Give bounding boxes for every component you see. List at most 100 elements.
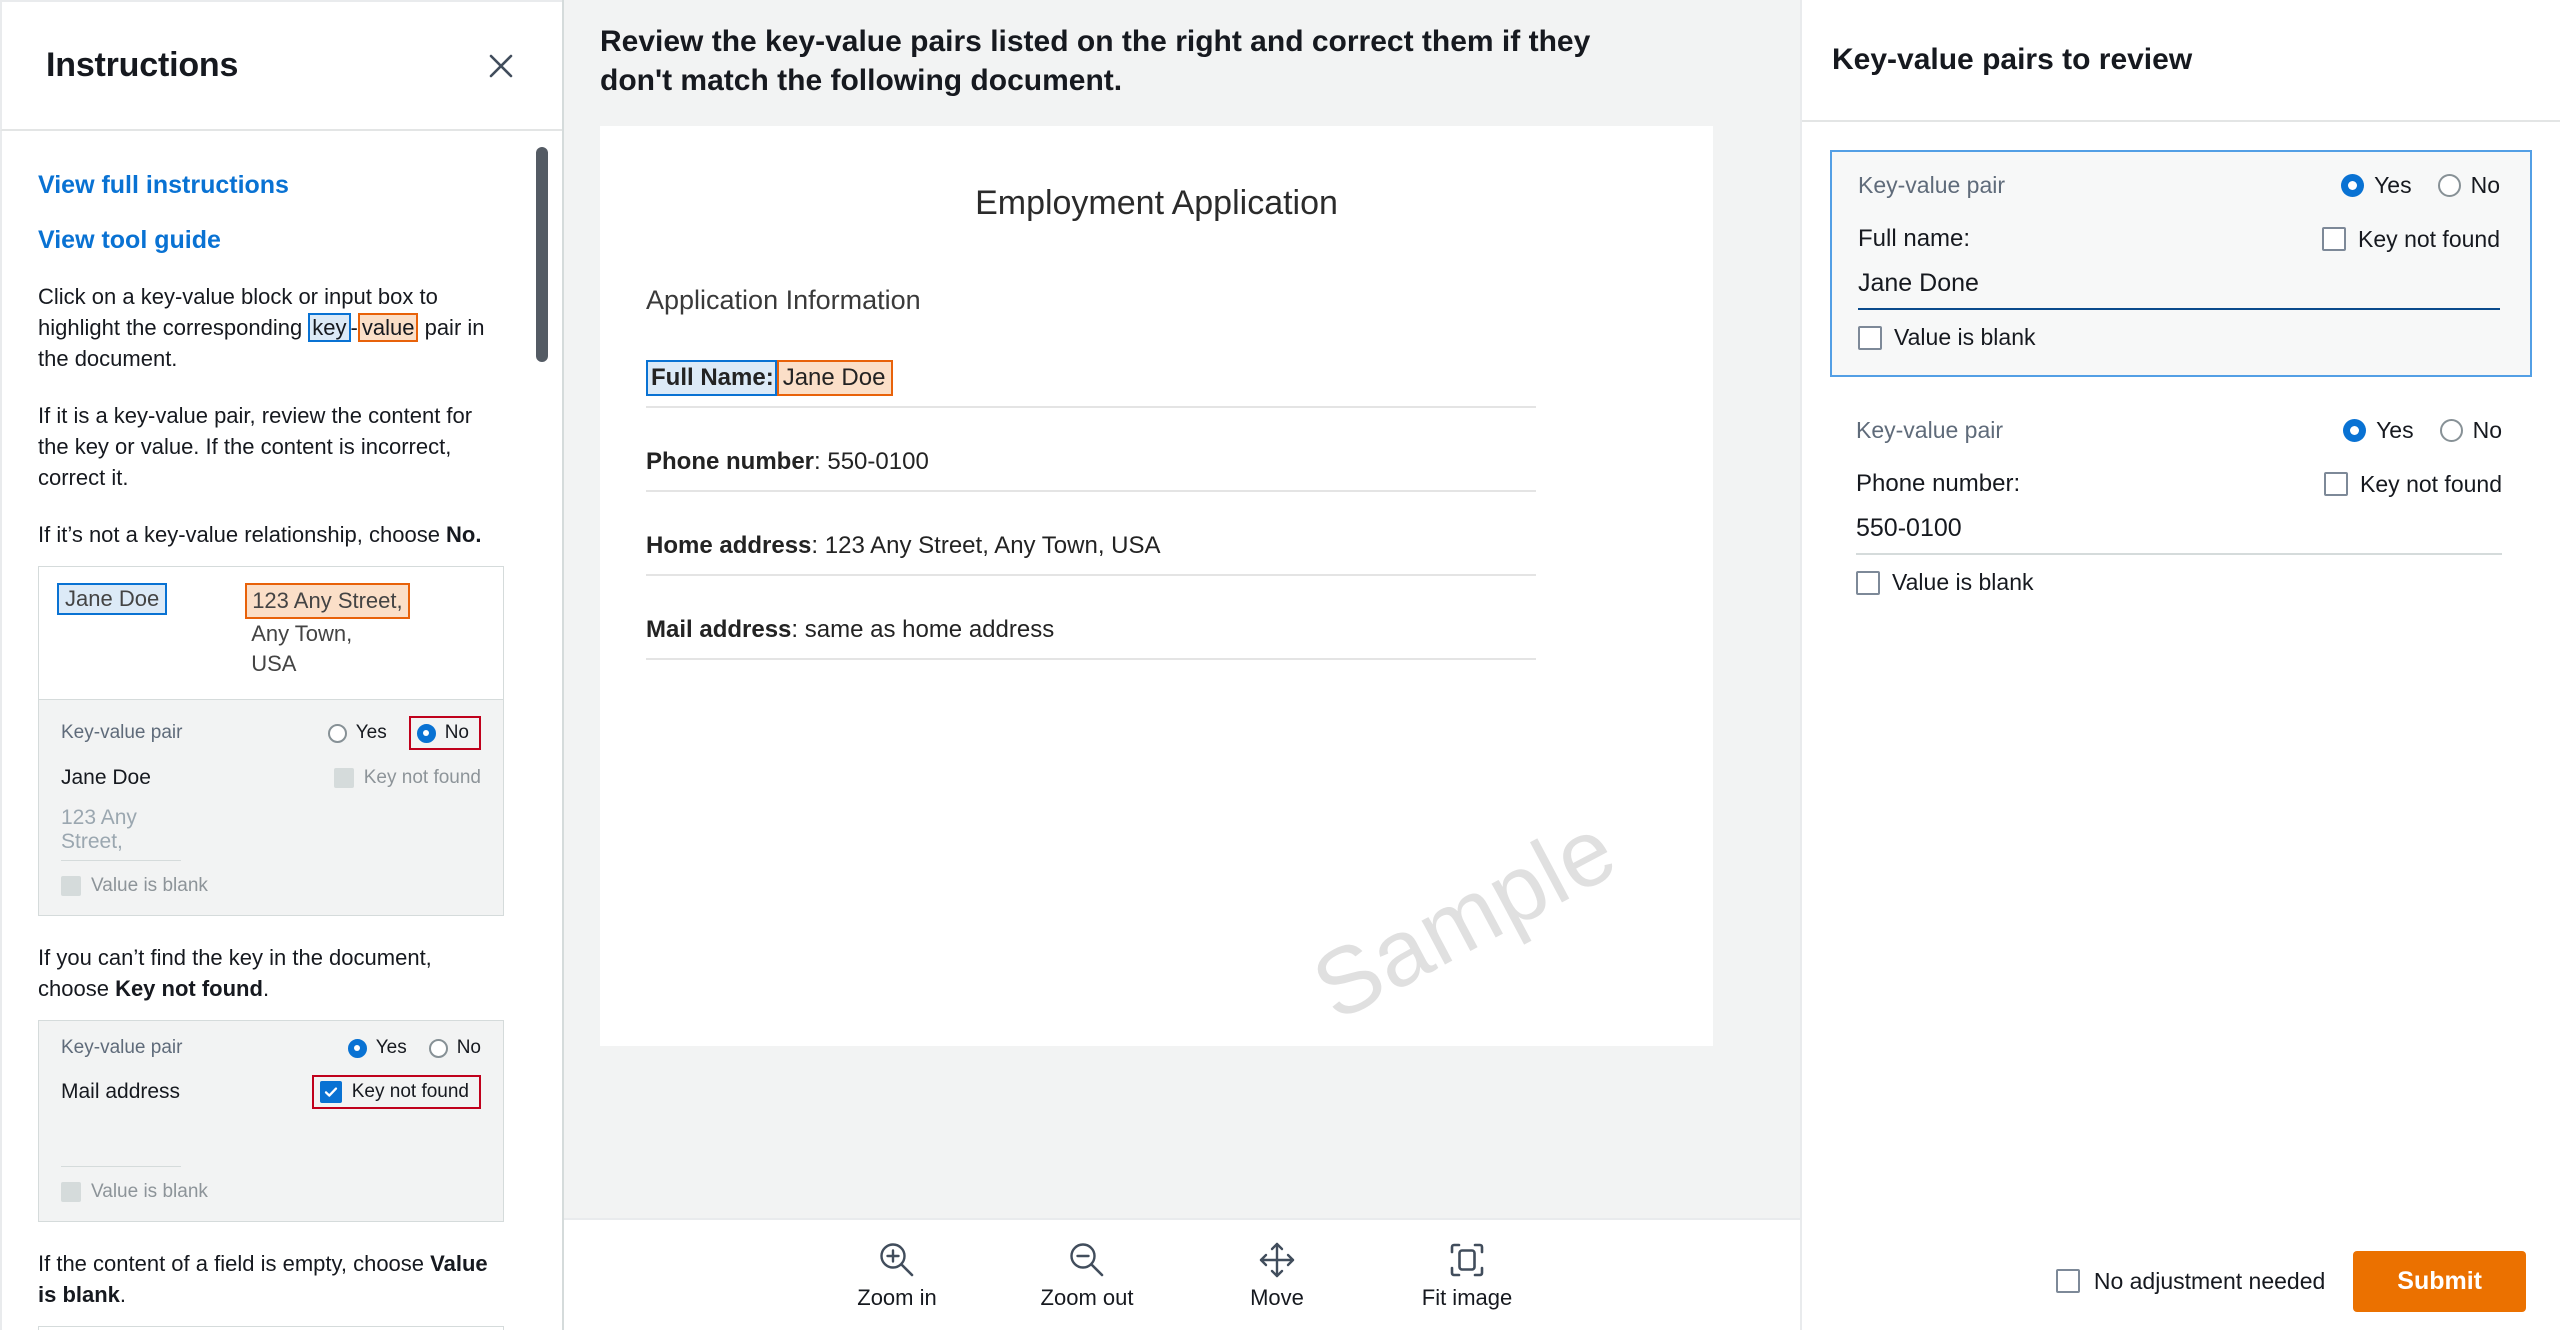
kv-key-row: Full name: Key not found bbox=[1858, 225, 2500, 253]
document-key-highlight[interactable]: Full Name: bbox=[646, 360, 777, 396]
document-field-value: 550-0100 bbox=[827, 448, 929, 475]
example-card-key-not-found: Key-value pair Yes No Mail address Key n… bbox=[38, 1020, 504, 1222]
checkbox-unchecked-icon bbox=[2322, 227, 2347, 251]
example-value-is-blank-label: Value is blank bbox=[91, 1181, 208, 1202]
example-radio-no[interactable]: No bbox=[408, 716, 481, 750]
example-value-input[interactable]: 123 Any Street, bbox=[61, 806, 181, 861]
document-field-mail-address[interactable]: Mail address: same as home address bbox=[646, 616, 1536, 660]
document-section-heading: Application Information bbox=[646, 285, 921, 315]
radio-selected-icon bbox=[2341, 174, 2365, 197]
example-key-text: Mail address bbox=[61, 1080, 181, 1103]
task-prompt: Review the key-value pairs listed on the… bbox=[600, 25, 1591, 97]
document-value-highlight[interactable]: Jane Doe bbox=[776, 360, 894, 396]
radio-unselected-icon bbox=[2439, 419, 2463, 442]
radio-selected-icon bbox=[2343, 419, 2367, 442]
move-button[interactable]: Move bbox=[1212, 1239, 1342, 1311]
key-value-card[interactable]: Key-value pair Yes No Phone number: Key … bbox=[1830, 387, 2532, 620]
zoom-in-button[interactable]: Zoom in bbox=[832, 1239, 962, 1311]
key-value-panel-title: Key-value pairs to review bbox=[1832, 43, 2193, 76]
example-key-row: Mail address Key not found bbox=[61, 1075, 481, 1109]
example-value-is-blank[interactable]: Value is blank bbox=[61, 1181, 481, 1203]
submit-button[interactable]: Submit bbox=[2353, 1250, 2526, 1312]
example-key-not-found[interactable]: Key not found bbox=[333, 767, 481, 789]
checkbox-unchecked-icon bbox=[1858, 325, 1882, 350]
example-kv-question-row: Key-value pair Yes No bbox=[61, 716, 481, 750]
example-key-not-found-label: Key not found bbox=[351, 1081, 469, 1102]
document-page[interactable]: Employment Application Application Infor… bbox=[600, 126, 1713, 1046]
checkbox-unchecked-icon bbox=[2324, 472, 2349, 496]
kv-question-label: Key-value pair bbox=[1856, 417, 2004, 443]
example-kv-question-row: Key-value pair Yes No bbox=[61, 1037, 481, 1059]
kv-value-is-blank-checkbox[interactable]: Value is blank bbox=[1856, 569, 2502, 596]
example-radio-yes[interactable]: Yes bbox=[327, 722, 387, 744]
document-viewport[interactable]: Employment Application Application Infor… bbox=[564, 100, 1800, 1218]
instruction-text-4c: . bbox=[262, 976, 270, 1001]
kv-key-not-found-checkbox[interactable]: Key not found bbox=[2324, 471, 2502, 498]
sample-watermark: Sample bbox=[1296, 794, 1633, 1041]
kv-radio-no-label: No bbox=[2470, 172, 2500, 198]
document-field-home-address[interactable]: Home address: 123 Any Street, Any Town, … bbox=[646, 532, 1536, 576]
kv-radio-yes[interactable]: Yes bbox=[2343, 417, 2414, 444]
view-full-instructions-link[interactable]: View full instructions bbox=[38, 171, 504, 200]
document-panel: Review the key-value pairs listed on the… bbox=[564, 0, 1800, 1330]
example-doc-value-line2: Any Town, bbox=[251, 621, 353, 646]
hyphen-separator: - bbox=[350, 315, 358, 340]
instruction-paragraph-4: If you can’t find the key in the documen… bbox=[38, 942, 504, 1004]
example-radio-yes[interactable]: Yes bbox=[347, 1037, 407, 1059]
example-value-is-blank[interactable]: Value is blank bbox=[61, 875, 481, 897]
kv-radio-no[interactable]: No bbox=[2439, 417, 2502, 444]
kv-value-input[interactable]: 550-0100 bbox=[1856, 514, 2502, 555]
instruction-paragraph-5: If the content of a field is empty, choo… bbox=[38, 1248, 504, 1310]
zoom-out-icon bbox=[1066, 1239, 1108, 1281]
example-document-snippet: Jane Doe 123 Any Street, Any Town, USA bbox=[39, 567, 503, 699]
instruction-paragraph-3: If it’s not a key-value relationship, ch… bbox=[38, 519, 504, 550]
document-title: Employment Application bbox=[975, 184, 1338, 222]
example-form-key-not-found: Key-value pair Yes No Mail address Key n… bbox=[39, 1021, 503, 1221]
kv-value-is-blank-label: Value is blank bbox=[1894, 324, 2036, 350]
kv-key-not-found-label: Key not found bbox=[2360, 470, 2502, 497]
zoom-out-label: Zoom out bbox=[1040, 1285, 1134, 1310]
example-value-input[interactable] bbox=[61, 1139, 181, 1167]
document-field-value: same as home address bbox=[804, 616, 1055, 643]
kv-radio-no[interactable]: No bbox=[2437, 172, 2500, 199]
page-title: Instructions bbox=[46, 46, 239, 84]
instruction-text-5c: . bbox=[119, 1282, 127, 1307]
document-field-phone-number[interactable]: Phone number: 550-0100 bbox=[646, 448, 1536, 492]
kv-value-input[interactable]: Jane Done bbox=[1858, 269, 2500, 310]
document-toolbar: Zoom in Zoom out Move Fit image bbox=[564, 1218, 1800, 1330]
key-value-card-list: Key-value pair Yes No Full name: Key not… bbox=[1802, 122, 2560, 1232]
example-radio-no[interactable]: No bbox=[428, 1037, 481, 1059]
kv-value-is-blank-checkbox[interactable]: Value is blank bbox=[1858, 324, 2500, 351]
example-doc-value-line1: 123 Any Street, bbox=[245, 583, 410, 619]
key-value-card[interactable]: Key-value pair Yes No Full name: Key not… bbox=[1830, 150, 2532, 377]
document-field-separator: : bbox=[811, 532, 825, 559]
example-radio-yes-label: Yes bbox=[355, 722, 387, 743]
example-form-not-kv: Key-value pair Yes No Jane Doe Key not f… bbox=[39, 699, 503, 915]
document-field-key: Home address bbox=[646, 532, 812, 559]
kv-question-label: Key-value pair bbox=[1858, 172, 2006, 198]
radio-unselected-icon bbox=[428, 1038, 448, 1058]
kv-question-row: Key-value pair Yes No bbox=[1856, 417, 2502, 444]
instructions-scrollbar-thumb[interactable] bbox=[536, 147, 548, 362]
zoom-in-icon bbox=[876, 1239, 918, 1281]
kv-key-label: Full name: bbox=[1858, 225, 1971, 252]
view-tool-guide-link[interactable]: View tool guide bbox=[38, 226, 504, 255]
no-adjustment-needed-checkbox[interactable]: No adjustment needed bbox=[2055, 1268, 2325, 1295]
example-key-not-found[interactable]: Key not found bbox=[311, 1075, 481, 1109]
kv-key-not-found-checkbox[interactable]: Key not found bbox=[2322, 226, 2500, 253]
fit-image-button[interactable]: Fit image bbox=[1402, 1239, 1532, 1311]
instructions-panel: Instructions View full instructions View… bbox=[0, 0, 564, 1330]
document-field-full-name[interactable]: Full Name: Jane Doe bbox=[646, 360, 1536, 408]
close-icon[interactable] bbox=[478, 43, 524, 89]
checkbox-disabled-icon bbox=[61, 876, 81, 896]
task-workspace: Instructions View full instructions View… bbox=[0, 0, 2560, 1330]
kv-radio-yes[interactable]: Yes bbox=[2341, 172, 2412, 199]
example-kv-question-label: Key-value pair bbox=[61, 1037, 183, 1058]
zoom-out-button[interactable]: Zoom out bbox=[1022, 1239, 1152, 1311]
kv-key-label: Phone number: bbox=[1856, 470, 2021, 497]
example-card-not-kv: Jane Doe 123 Any Street, Any Town, USA K… bbox=[38, 566, 504, 916]
example-radio-no-label: No bbox=[444, 722, 469, 743]
example-radio-group: Yes No bbox=[347, 1037, 481, 1059]
key-value-panel-footer: No adjustment needed Submit bbox=[1802, 1232, 2560, 1330]
checkbox-unchecked-icon bbox=[2055, 1269, 2080, 1293]
